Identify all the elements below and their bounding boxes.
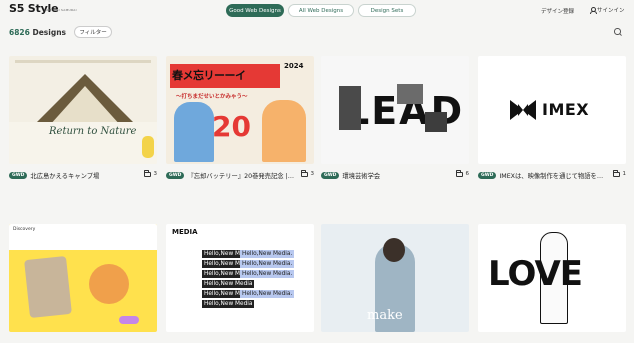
design-card[interactable]: Return to Nature GWD 北広島かえるキャンプ場 3	[9, 56, 157, 180]
thumb-illustration	[89, 264, 129, 304]
thumb-brand: Discovery	[13, 227, 36, 232]
folder-icon	[455, 170, 463, 177]
design-card[interactable]: IMEX GWD IMEXは、映像制作を通じて物語を形... 1	[478, 56, 626, 180]
thumb-headline: make	[367, 308, 403, 323]
thumb-character	[262, 100, 306, 162]
folder-icon	[612, 170, 620, 177]
imex-mark-icon	[510, 100, 536, 120]
thumb-photo	[339, 86, 361, 130]
filter-button[interactable]: フィルター	[74, 26, 113, 38]
gwd-badge: GWD	[321, 171, 340, 179]
thumb-headline: IMEX	[542, 100, 590, 119]
card-meta: GWD 環境芸術学会 6	[321, 169, 469, 181]
signin-label: サインイン	[597, 8, 625, 14]
thumb-text-line: Hello,New Media.	[240, 290, 295, 298]
logo-subtitle: SAMURAI SAMURAI	[44, 8, 77, 12]
results-toolbar: 6826 Designs フィルター	[9, 26, 113, 38]
save-count[interactable]: 3	[143, 170, 158, 177]
thumb-year: 2024	[284, 62, 304, 70]
card-title[interactable]: 北広島かえるキャンプ場	[30, 171, 138, 180]
user-icon	[589, 6, 597, 14]
tab-all-web-designs[interactable]: All Web Designs	[288, 4, 354, 17]
design-thumbnail[interactable]: LEAD	[321, 56, 469, 164]
thumb-nav-bar	[15, 60, 151, 63]
design-card[interactable]: Discovery	[9, 224, 157, 332]
gwd-badge: GWD	[9, 171, 28, 179]
folder-icon	[143, 170, 151, 177]
design-register-link[interactable]: デザイン登録	[541, 7, 574, 15]
thumb-subtitle: 〜打ちまだせいとかみゃう〜	[176, 94, 248, 100]
design-thumbnail[interactable]: Return to Nature	[9, 56, 157, 164]
design-thumbnail[interactable]: make	[321, 224, 469, 332]
thumb-photo	[425, 112, 447, 132]
design-count-number: 6826	[9, 27, 30, 37]
save-count[interactable]: 1	[612, 170, 627, 177]
design-thumbnail[interactable]: 春メ忘リーーイ 2024 〜打ちまだせいとかみゃう〜 20	[166, 56, 314, 164]
tab-design-sets[interactable]: Design Sets	[358, 4, 416, 17]
design-card[interactable]: LEAD GWD 環境芸術学会 6	[321, 56, 469, 180]
thumb-text-line: Hello,New Media.	[240, 250, 295, 258]
thumb-person-head	[383, 238, 405, 262]
save-count-number: 1	[622, 171, 627, 177]
card-meta: GWD 北広島かえるキャンプ場 3	[9, 169, 157, 181]
save-count-number: 6	[465, 171, 470, 177]
thumb-brand: MEDIA	[172, 228, 198, 236]
design-thumbnail[interactable]: Discovery	[9, 224, 157, 332]
thumb-banner-text: 春メ忘リーーイ	[172, 69, 246, 82]
card-title[interactable]: 環境芸術学会	[342, 171, 450, 180]
folder-icon	[300, 170, 308, 177]
design-count-label: Designs	[32, 27, 67, 37]
design-card[interactable]: make	[321, 224, 469, 332]
thumb-text-line: Hello,New Media	[202, 300, 255, 308]
signin-link[interactable]: サインイン	[589, 6, 625, 14]
save-count[interactable]: 6	[455, 170, 470, 177]
card-title[interactable]: IMEXは、映像制作を通じて物語を形...	[499, 171, 607, 180]
card-meta: GWD IMEXは、映像制作を通じて物語を形... 1	[478, 169, 626, 181]
thumb-volume-number: 20	[212, 110, 251, 143]
thumb-cta	[142, 136, 154, 158]
search-icon[interactable]	[614, 28, 622, 36]
thumb-headline: Return to Nature	[49, 126, 137, 137]
card-title[interactable]: 『忘却バッテリー』20巻発売記念 | ...	[187, 171, 295, 180]
thumb-text-line: Hello,New Media.	[240, 270, 295, 278]
thumb-text-line: Hello,New Media	[202, 280, 255, 288]
save-count-number: 3	[153, 171, 158, 177]
thumb-character	[174, 102, 214, 162]
design-thumbnail[interactable]: LOVE	[478, 224, 626, 332]
design-count: 6826 Designs	[9, 28, 66, 37]
design-thumbnail[interactable]: MEDIA Hello,New Media Hello,New Media. H…	[166, 224, 314, 332]
save-count-number: 3	[310, 171, 315, 177]
thumb-headline: LOVE	[488, 254, 583, 294]
thumb-photo	[24, 255, 72, 319]
gwd-badge: GWD	[478, 171, 497, 179]
thumb-text-line: Hello,New Media.	[240, 260, 295, 268]
design-card[interactable]: 春メ忘リーーイ 2024 〜打ちまだせいとかみゃう〜 20 GWD 『忘却バッテ…	[166, 56, 314, 180]
tab-good-web-designs[interactable]: Good Web Designs	[226, 4, 284, 17]
card-meta: GWD 『忘却バッテリー』20巻発売記念 | ... 3	[166, 169, 314, 181]
design-thumbnail[interactable]: IMEX	[478, 56, 626, 164]
save-count[interactable]: 3	[300, 170, 315, 177]
thumb-cta	[119, 316, 139, 324]
design-card[interactable]: MEDIA Hello,New Media Hello,New Media. H…	[166, 224, 314, 332]
design-tabs: Good Web Designs All Web Designs Design …	[226, 4, 416, 17]
design-card[interactable]: LOVE	[478, 224, 626, 332]
gwd-badge: GWD	[166, 171, 185, 179]
thumb-photo	[397, 84, 423, 104]
top-header: S5 Style SAMURAI SAMURAI Good Web Design…	[0, 0, 634, 22]
